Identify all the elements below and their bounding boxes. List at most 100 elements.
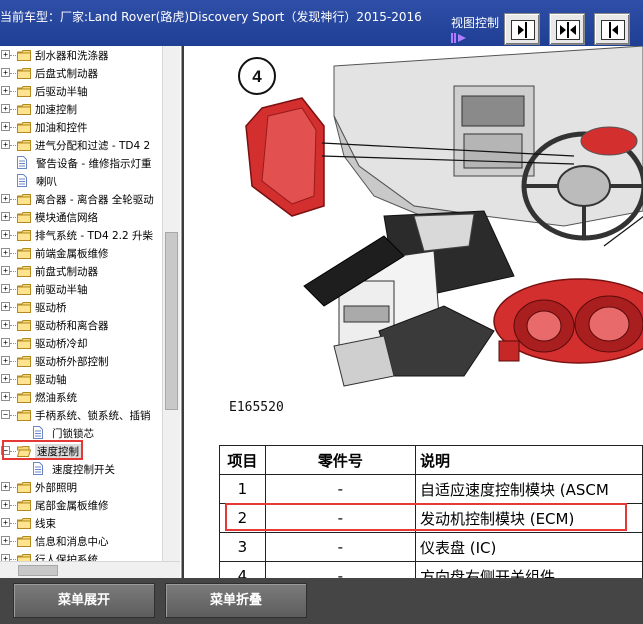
tree-item[interactable]: + 外部照明	[0, 478, 162, 496]
tree-item-label: 驱动桥	[35, 302, 67, 314]
view-expand-right-button[interactable]	[504, 13, 540, 45]
expand-icon[interactable]: +	[1, 122, 10, 131]
tree-item[interactable]: + 排气系统 - TD4 2.2 升柴	[0, 226, 162, 244]
tree-item[interactable]: + 驱动桥外部控制	[0, 352, 162, 370]
folder-icon	[17, 482, 31, 493]
tree-item[interactable]: + 尾部金属板维修	[0, 496, 162, 514]
tree-item-label: 前盘式制动器	[35, 266, 98, 278]
expand-icon[interactable]: +	[1, 86, 10, 95]
expand-icon[interactable]: +	[1, 266, 10, 275]
cell-part-number: -	[264, 474, 416, 504]
tree-item[interactable]: + 加速控制	[0, 100, 162, 118]
expand-icon[interactable]: +	[1, 50, 10, 59]
tree-item-label: 前端金属板维修	[35, 248, 109, 260]
table-row: 3 - 仪表盘 (IC)	[219, 532, 643, 562]
folder-icon	[17, 194, 31, 205]
tree-item-label: 离合器 - 离合器 全轮驱动	[35, 194, 154, 206]
tree-item-label: 前驱动半轴	[35, 284, 88, 296]
folder-icon	[17, 500, 31, 511]
category-tree: + 刮水器和洗涤器 + 后盘式制动器 + 后驱动半轴 + 加速控制 + 加油和控件 + 进气分配和过滤…	[0, 46, 162, 561]
folder-icon	[17, 392, 31, 403]
view-split-button[interactable]	[549, 13, 585, 45]
tree-item-label: 尾部金属板维修	[35, 500, 109, 512]
expand-icon[interactable]: +	[1, 500, 10, 509]
tree-item[interactable]: 喇叭	[0, 172, 162, 190]
document-icon	[33, 462, 43, 475]
expand-icon[interactable]: +	[1, 104, 10, 113]
folder-icon	[17, 356, 31, 367]
tree-vertical-scrollbar[interactable]	[162, 46, 180, 561]
tree-item[interactable]: + 加油和控件	[0, 118, 162, 136]
tree-item[interactable]: + 离合器 - 离合器 全轮驱动	[0, 190, 162, 208]
tree-item[interactable]: 速度控制开关	[0, 460, 162, 478]
tree-item-label: 警告设备 - 维修指示灯重	[36, 158, 152, 170]
tree-item[interactable]: + 后驱动半轴	[0, 82, 162, 100]
folder-icon	[17, 554, 31, 561]
tree-item[interactable]: + 驱动桥	[0, 298, 162, 316]
tree-item[interactable]: + 进气分配和过滤 - TD4 2	[0, 136, 162, 154]
tree-item-label: 外部照明	[35, 482, 77, 494]
tree-item[interactable]: + 驱动桥和离合器	[0, 316, 162, 334]
folder-icon	[17, 320, 31, 331]
folder-icon	[17, 248, 31, 259]
expand-icon[interactable]: +	[1, 212, 10, 221]
folder-icon	[17, 536, 31, 547]
content-pane: 4 E165520 项目 零件号 说明 1 - 自适应速度控制模块 (ASCM …	[184, 46, 643, 578]
tree-item-label: 后盘式制动器	[35, 68, 98, 80]
tree-item[interactable]: + 刮水器和洗涤器	[0, 46, 162, 64]
collapse-menu-button[interactable]: 菜单折叠	[165, 583, 307, 618]
expand-icon[interactable]: +	[1, 320, 10, 329]
folder-icon	[17, 302, 31, 313]
tree-item[interactable]: + 驱动轴	[0, 370, 162, 388]
cell-part-number: -	[264, 532, 416, 562]
expand-icon[interactable]: +	[1, 338, 10, 347]
collapse-icon[interactable]: −	[1, 410, 10, 419]
expand-icon[interactable]: +	[1, 194, 10, 203]
expand-icon[interactable]: +	[1, 536, 10, 545]
expand-icon[interactable]: +	[1, 482, 10, 491]
tree-item[interactable]: + 前驱动半轴	[0, 280, 162, 298]
cell-description: 自适应速度控制模块 (ASCM	[414, 474, 643, 504]
tree-item[interactable]: + 前端金属板维修	[0, 244, 162, 262]
expand-icon[interactable]: +	[1, 302, 10, 311]
expand-icon[interactable]: +	[1, 518, 10, 527]
tree-horizontal-scrollbar[interactable]	[0, 561, 180, 578]
expand-icon[interactable]: +	[1, 284, 10, 293]
tree-item[interactable]: + 行人保护系统	[0, 550, 162, 561]
folder-icon	[17, 374, 31, 385]
cell-description: 仪表盘 (IC)	[414, 532, 643, 562]
expand-icon[interactable]: +	[1, 392, 10, 401]
arrow-left-bar-icon	[609, 22, 618, 38]
folder-icon	[17, 140, 31, 151]
tree-item[interactable]: + 信息和消息中心	[0, 532, 162, 550]
expand-icon[interactable]: +	[1, 68, 10, 77]
folder-icon	[17, 104, 31, 115]
expand-icon[interactable]: +	[1, 554, 10, 561]
tree-item[interactable]: + 燃油系统	[0, 388, 162, 406]
tree-item[interactable]: 警告设备 - 维修指示灯重	[0, 154, 162, 172]
tree-item[interactable]: + 线束	[0, 514, 162, 532]
tree-item[interactable]: + 模块通信网络	[0, 208, 162, 226]
tree-item[interactable]: − 手柄系统、锁系统、插销	[0, 406, 162, 424]
row-highlight	[225, 503, 627, 531]
expand-icon[interactable]: +	[1, 356, 10, 365]
arrow-right-bar-icon	[518, 22, 527, 38]
document-icon	[17, 174, 27, 187]
tree-item[interactable]: + 前盘式制动器	[0, 262, 162, 280]
expand-icon[interactable]: +	[1, 374, 10, 383]
component-location-diagram: 4	[238, 46, 643, 387]
tree-item-label: 速度控制开关	[52, 464, 115, 476]
tree-item[interactable]: + 驱动桥冷却	[0, 334, 162, 352]
expand-icon[interactable]: +	[1, 230, 10, 239]
tree-item-label: 手柄系统、锁系统、插销	[35, 410, 151, 422]
view-collapse-left-button[interactable]	[594, 13, 630, 45]
expand-menu-button[interactable]: 菜单展开	[13, 583, 155, 618]
expand-icon[interactable]: +	[1, 140, 10, 149]
folder-icon	[17, 284, 31, 295]
tree-item-label: 后驱动半轴	[35, 86, 88, 98]
selection-highlight	[2, 440, 83, 460]
tree-item-label: 门锁锁芯	[52, 428, 94, 440]
tree-item[interactable]: + 后盘式制动器	[0, 64, 162, 82]
expand-icon[interactable]: +	[1, 248, 10, 257]
tree-item-label: 喇叭	[36, 176, 57, 188]
